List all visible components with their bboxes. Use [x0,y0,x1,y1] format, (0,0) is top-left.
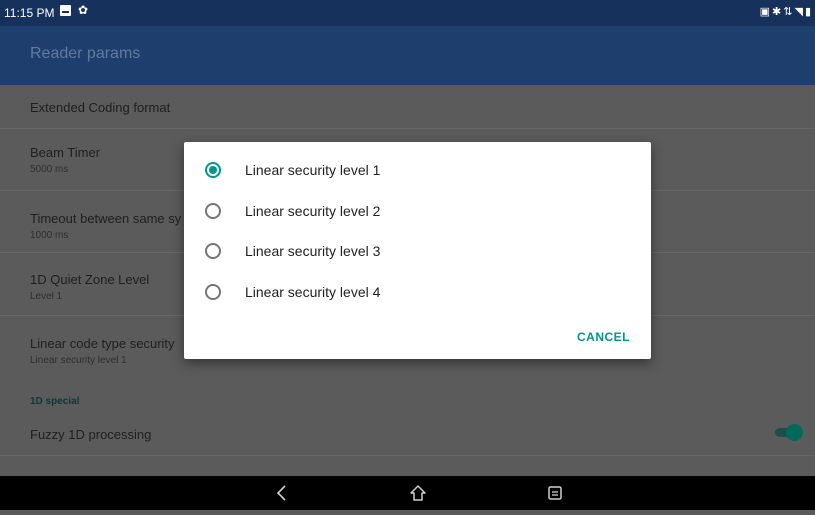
setting-summary: 5000 ms [30,164,69,175]
radio-unchecked-icon[interactable] [205,203,221,219]
status-time: 11:15 PM [4,6,55,20]
option-security-level-3[interactable]: Linear security level 3 [184,231,651,271]
screenshot-icon: ▣ [759,6,773,18]
setting-fuzzy-1d[interactable]: Fuzzy 1D processing [0,410,815,456]
recent-apps-icon[interactable] [545,476,565,510]
radio-unchecked-icon[interactable] [205,284,221,300]
option-security-level-4[interactable]: Linear security level 4 [184,272,651,312]
option-security-level-2[interactable]: Linear security level 2 [184,191,651,231]
setting-title: Extended Coding format [30,100,171,115]
battery-icon: ▮ [804,6,813,18]
toggle-thumb [786,424,803,441]
status-icons-right: ▣✱⇅◥▮ [760,5,813,18]
option-label: Linear security level 3 [245,243,381,259]
page-title: Reader params [30,45,141,62]
image-icon [60,5,71,16]
setting-summary: Level 1 [30,291,63,302]
setting-title: 1D Quiet Zone Level [30,272,150,287]
wifi-icon: ◥ [794,6,805,18]
setting-title: Linear code type security [30,336,175,351]
setting-summary: Linear security level 1 [30,355,127,366]
option-security-level-1[interactable]: Linear security level 1 [184,150,651,190]
option-label: Linear security level 1 [245,162,381,178]
data-icon: ⇅ [783,6,795,18]
bluetooth-icon: ✱ [772,6,784,18]
security-level-dialog: Linear security level 1 Linear security … [184,142,651,359]
setting-title: Timeout between same sy [30,211,182,226]
setting-summary: 1000 ms [30,230,69,241]
gear-icon: ✿ [78,3,89,17]
section-label-1d-special: 1D special [30,396,80,407]
setting-extended-coding-format[interactable]: Extended Coding format [0,85,815,129]
option-label: Linear security level 2 [245,203,381,219]
back-icon[interactable] [272,476,292,510]
setting-title: Beam Timer [30,145,101,160]
status-bar: 11:15 PM ✿ ▣✱⇅◥▮ [0,0,815,26]
option-label: Linear security level 4 [245,284,381,300]
radio-unchecked-icon[interactable] [205,243,221,259]
fuzzy-1d-toggle[interactable] [775,424,803,441]
cancel-button[interactable]: CANCEL [577,330,630,344]
radio-checked-icon[interactable] [205,162,221,178]
setting-title: Fuzzy 1D processing [30,427,152,442]
app-bar: Reader params [0,26,815,85]
navigation-bar [0,476,815,510]
home-icon[interactable] [408,476,428,510]
